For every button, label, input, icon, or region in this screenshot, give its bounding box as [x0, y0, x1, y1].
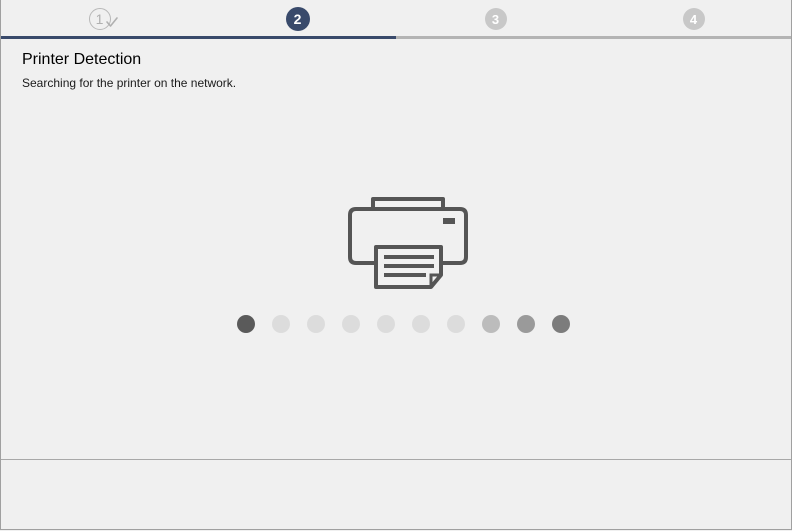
- page-title: Printer Detection: [22, 51, 142, 68]
- check-icon: [105, 17, 118, 27]
- loading-dot: [377, 315, 395, 333]
- loading-dot: [517, 315, 535, 333]
- loading-dot: [342, 315, 360, 333]
- step-2: 2: [199, 0, 396, 36]
- printer-icon: [348, 197, 468, 289]
- step-progress-bar: [1, 36, 791, 39]
- step-4-badge: 4: [682, 8, 705, 30]
- loading-dot: [307, 315, 325, 333]
- step-progress-fill: [1, 36, 396, 39]
- step-3: 3: [397, 0, 594, 36]
- step-2-badge: 2: [285, 7, 310, 31]
- step-indicator: 1 2 3 4: [1, 0, 791, 36]
- loading-dot: [272, 315, 290, 333]
- loading-dot: [412, 315, 430, 333]
- loading-dot: [237, 315, 255, 333]
- loading-dot: [482, 315, 500, 333]
- footer-divider: [1, 459, 791, 460]
- step-4: 4: [595, 0, 792, 36]
- step-1: 1: [1, 0, 198, 36]
- page-subtitle: Searching for the printer on the network…: [22, 76, 237, 90]
- loading-dot: [552, 315, 570, 333]
- loading-dot: [447, 315, 465, 333]
- step-3-badge: 3: [484, 8, 507, 30]
- installer-window: 1 2 3 4 Printer Detection Searching for …: [0, 0, 792, 530]
